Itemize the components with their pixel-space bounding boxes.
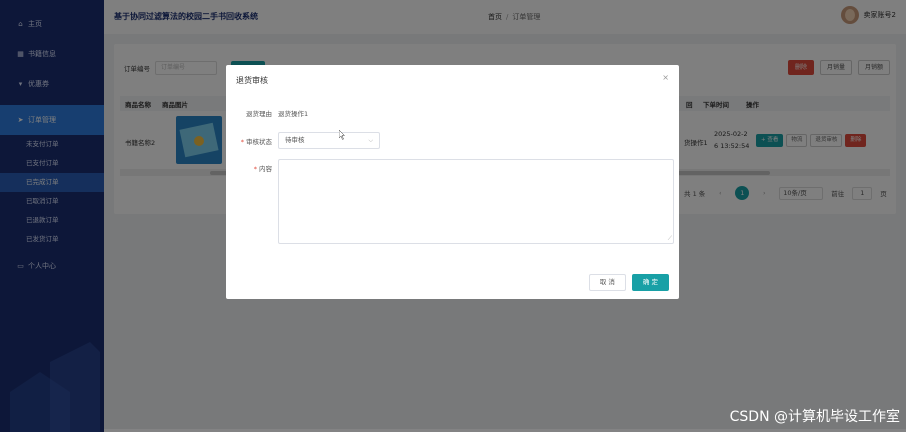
- return-review-dialog: 退货审核 × 退货理由 退货操作1 * 审核状态 待审核 ⌵ * 内容 ⟋ 取 消 …: [226, 65, 679, 299]
- content-label-text: 内容: [259, 165, 272, 173]
- dialog-footer: 取 消 确 定: [588, 274, 669, 291]
- watermark: CSDN @计算机毕设工作室: [729, 409, 900, 425]
- required-mark: *: [253, 165, 257, 173]
- cancel-button[interactable]: 取 消: [588, 274, 626, 291]
- status-label-text: 审核状态: [246, 137, 272, 146]
- status-row: * 审核状态 待审核 ⌵: [230, 132, 380, 149]
- required-mark: *: [240, 137, 244, 146]
- chevron-down-icon: ⌵: [368, 137, 373, 144]
- dialog-title: 退货审核: [236, 76, 268, 85]
- reason-row: 退货理由 退货操作1: [230, 108, 308, 118]
- status-value: 待审核: [285, 136, 305, 144]
- content-textarea[interactable]: ⟋: [278, 159, 674, 244]
- content-row: * 内容 ⟋: [230, 159, 674, 244]
- content-label: * 内容: [230, 163, 272, 173]
- close-icon[interactable]: ×: [662, 73, 669, 82]
- reason-value: 退货操作1: [278, 110, 309, 118]
- confirm-button[interactable]: 确 定: [631, 274, 669, 291]
- status-select[interactable]: 待审核 ⌵: [278, 132, 380, 149]
- status-label: * 审核状态: [230, 136, 272, 146]
- resize-handle-icon[interactable]: ⟋: [668, 236, 672, 242]
- reason-label: 退货理由: [246, 110, 272, 118]
- mouse-cursor-icon: [339, 130, 345, 140]
